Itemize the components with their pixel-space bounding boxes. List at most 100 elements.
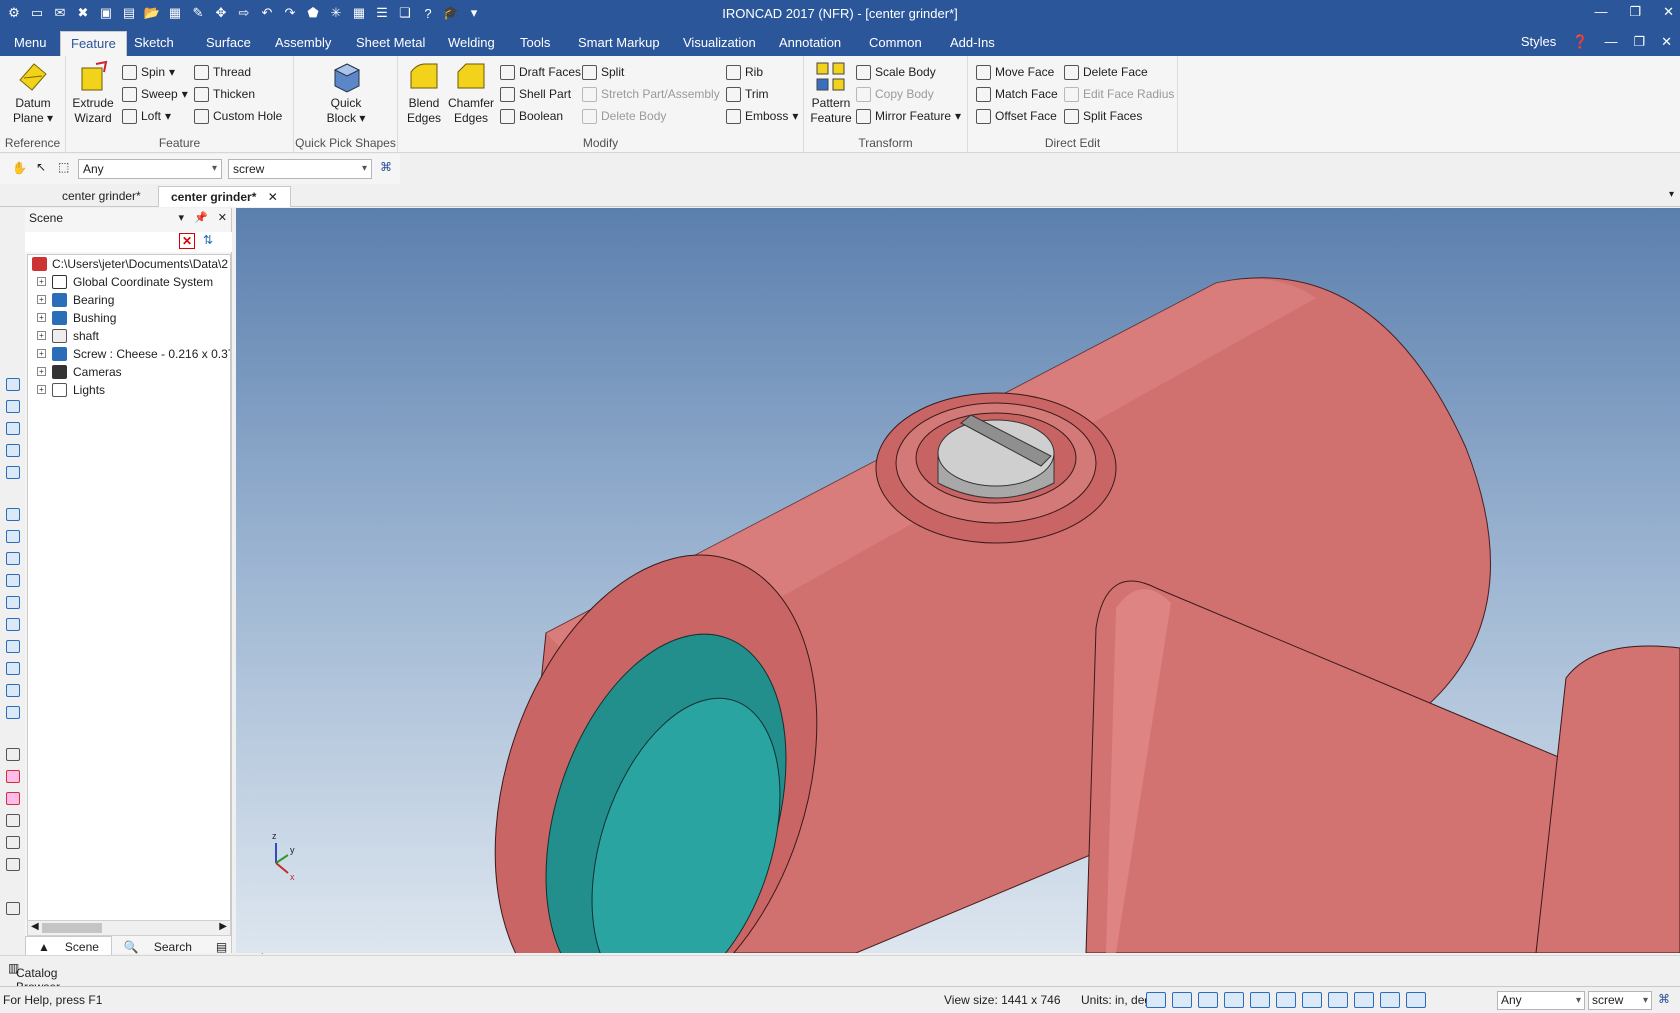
close-doc-window-icon[interactable]: ✕ (1661, 34, 1672, 50)
edit-face-radius-button[interactable]: Edit Face Radius (1064, 84, 1174, 104)
tab-sketch[interactable]: Sketch (124, 31, 184, 56)
tree-icon[interactable]: ⌘ (1658, 992, 1670, 1006)
view-icon[interactable] (6, 400, 20, 413)
tree-item-cameras[interactable]: + Cameras (28, 363, 230, 381)
tab-menu[interactable]: Menu (4, 31, 57, 56)
render-mode-icon[interactable] (1250, 992, 1270, 1008)
tab-common[interactable]: Common (859, 31, 932, 56)
match-face-button[interactable]: Match Face (976, 84, 1058, 104)
loft-button[interactable]: Loft ▾ (122, 106, 171, 126)
thicken-button[interactable]: Thicken (194, 84, 255, 104)
trim-button[interactable]: Trim (726, 84, 769, 104)
mirror-feature-button[interactable]: Mirror Feature ▾ (856, 106, 961, 126)
display-icon[interactable] (1354, 992, 1374, 1008)
orbit-icon[interactable] (1198, 992, 1218, 1008)
doc-tab-2[interactable]: center grinder* ✕ (158, 186, 291, 207)
sweep-button[interactable]: Sweep ▾ (122, 84, 188, 104)
expand-icon[interactable]: + (37, 385, 46, 394)
close-icon[interactable]: ✕ (1663, 4, 1674, 20)
tab-annotation[interactable]: Annotation (769, 31, 851, 56)
pattern-feature-button[interactable]: Pattern Feature (806, 60, 856, 126)
view-icon[interactable] (6, 466, 20, 479)
split-faces-button[interactable]: Split Faces (1064, 106, 1142, 126)
sort-icon[interactable]: ⇅ (203, 233, 213, 247)
rib-button[interactable]: Rib (726, 62, 763, 82)
shell-part-button[interactable]: Shell Part (500, 84, 571, 104)
shading-icon[interactable] (1328, 992, 1348, 1008)
scroll-right-icon[interactable]: ▶ (219, 921, 227, 932)
boolean-button[interactable]: Boolean (500, 106, 563, 126)
tab-visualization[interactable]: Visualization (673, 31, 766, 56)
restore-icon[interactable]: ❐ (1629, 4, 1641, 20)
measure-icon[interactable] (6, 748, 20, 761)
section-icon[interactable] (6, 770, 20, 783)
tree-item-bushing[interactable]: + Bushing (28, 309, 230, 327)
expand-icon[interactable]: + (37, 367, 46, 376)
custom-hole-button[interactable]: Custom Hole (194, 106, 282, 126)
spin-button[interactable]: Spin ▾ (122, 62, 175, 82)
pointer-filter-icon[interactable]: ✋ (12, 161, 27, 175)
tab-assembly[interactable]: Assembly (265, 31, 341, 56)
view-iso-icon[interactable] (6, 662, 20, 675)
delete-body-button[interactable]: Delete Body (582, 106, 666, 126)
thread-button[interactable]: Thread (194, 62, 251, 82)
tab-tools[interactable]: Tools (510, 31, 560, 56)
close-tab-icon[interactable]: ✕ (268, 190, 278, 204)
expand-icon[interactable]: + (37, 295, 46, 304)
draft-faces-button[interactable]: Draft Faces (500, 62, 581, 82)
select-icon[interactable] (1406, 992, 1426, 1008)
view-iso-icon[interactable] (6, 706, 20, 719)
tree-item-screw[interactable]: + Screw : Cheese - 0.216 x 0.375 (28, 345, 230, 363)
delete-face-button[interactable]: Delete Face (1064, 62, 1148, 82)
zoom-icon[interactable] (1146, 992, 1166, 1008)
3d-viewport[interactable]: z y x (236, 208, 1680, 953)
tab-smart-markup[interactable]: Smart Markup (568, 31, 670, 56)
split-button[interactable]: Split (582, 62, 624, 82)
tab-welding[interactable]: Welding (438, 31, 505, 56)
quick-block-button[interactable]: Quick Block ▾ (320, 60, 372, 126)
status-search-select[interactable]: screw (1588, 991, 1652, 1010)
look-at-icon[interactable] (1302, 992, 1322, 1008)
tab-list-icon[interactable]: ▾ (1669, 189, 1674, 200)
restore-doc-icon[interactable]: ❐ (1633, 34, 1645, 50)
section-icon[interactable] (6, 792, 20, 805)
view-cube-icon[interactable] (1224, 992, 1244, 1008)
minimize-doc-icon[interactable]: — (1604, 34, 1617, 50)
view-icon[interactable] (6, 422, 20, 435)
dropdown-icon[interactable]: ▾ (179, 208, 185, 228)
walk-icon[interactable] (1380, 992, 1400, 1008)
emboss-button[interactable]: Emboss ▾ (726, 106, 798, 126)
view-left-icon[interactable] (6, 552, 20, 565)
clear-filter-icon[interactable]: ✕ (179, 233, 195, 249)
tab-feature[interactable]: Feature (60, 31, 127, 56)
rotate-icon[interactable] (6, 836, 20, 849)
catalog-browser-label[interactable]: ▥ Catalog Browser (8, 961, 60, 994)
expand-icon[interactable]: + (37, 331, 46, 340)
tab-add-ins[interactable]: Add-Ins (940, 31, 1005, 56)
angle-icon[interactable] (6, 814, 20, 827)
horizontal-scrollbar[interactable]: ◀ ▶ (27, 920, 231, 936)
view-front-icon[interactable] (6, 508, 20, 521)
help-icon[interactable]: ❓ (1572, 34, 1588, 50)
pan-icon[interactable] (1276, 992, 1296, 1008)
zoom-window-icon[interactable] (1172, 992, 1192, 1008)
stretch-button[interactable]: Stretch Part/Assembly (582, 84, 720, 104)
tab-surface[interactable]: Surface (196, 31, 261, 56)
scroll-left-icon[interactable]: ◀ (31, 921, 39, 932)
status-type-select[interactable]: Any (1497, 991, 1585, 1010)
view-bottom-icon[interactable] (6, 618, 20, 631)
doc-tab-1[interactable]: center grinder* (50, 186, 153, 207)
dimension-icon[interactable] (6, 902, 20, 915)
select-icon[interactable]: ↖ (36, 160, 46, 174)
blend-edges-button[interactable]: Blend Edges (402, 60, 446, 126)
tree-item-global-coordinate-system[interactable]: + Global Coordinate System (28, 273, 230, 291)
scroll-thumb[interactable] (42, 923, 102, 933)
tab-sheet-metal[interactable]: Sheet Metal (346, 31, 435, 56)
tree-item-shaft[interactable]: + shaft (28, 327, 230, 345)
tree-item-lights[interactable]: + Lights (28, 381, 230, 399)
catalog-browser-bar[interactable]: ▥ Catalog Browser (0, 955, 1680, 994)
chamfer-edges-button[interactable]: Chamfer Edges (448, 60, 494, 126)
select-face-icon[interactable]: ⬚ (58, 160, 69, 174)
copy-body-button[interactable]: Copy Body (856, 84, 934, 104)
view-iso-icon[interactable] (6, 640, 20, 653)
